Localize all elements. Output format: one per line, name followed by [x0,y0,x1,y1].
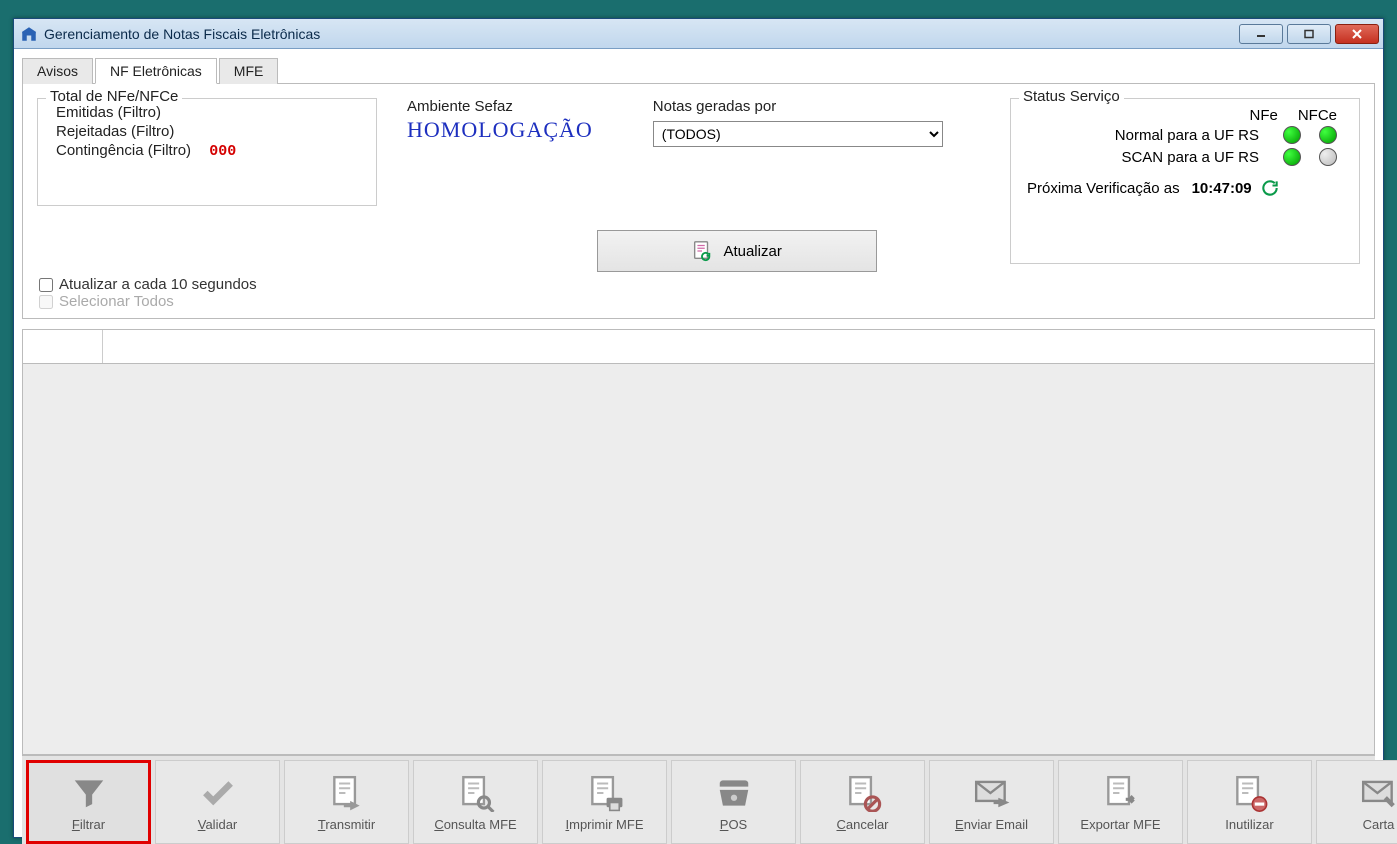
status-fieldset: Status Serviço NFe NFCe Normal para a UF… [1010,98,1360,264]
toolbar-label: Validar [198,817,238,832]
toolbar-label: Imprimir MFE [565,817,643,832]
data-grid[interactable] [22,329,1375,755]
doc-search-icon [456,773,496,813]
notas-select[interactable]: (TODOS) [653,121,943,147]
auto-update-checkbox[interactable]: Atualizar a cada 10 segundos [39,276,257,293]
totals-fieldset: Total de NFe/NFCe Emitidas (Filtro) Reje… [37,98,377,206]
status-normal-label: Normal para a UF RS [1021,127,1259,144]
maximize-button[interactable] [1287,24,1331,44]
select-all-checkbox: Selecionar Todos [39,293,257,310]
toolbar-transmitir[interactable]: Transmitir [284,760,409,844]
app-icon [20,25,38,43]
select-all-label: Selecionar Todos [59,293,174,310]
status-row-normal: Normal para a UF RS [1021,124,1349,146]
toolbar-consulta-mfe[interactable]: Consulta MFE [413,760,538,844]
status-scan-label: SCAN para a UF RS [1021,149,1259,166]
toolbar-carta[interactable]: Carta [1316,760,1397,844]
doc-send-icon [327,773,367,813]
status-dot-scan-nfce [1319,148,1337,166]
prox-verification-row: Próxima Verificação as 10:47:09 [1021,168,1349,198]
contingencia-label: Contingência (Filtro) [56,142,191,159]
tab-nf-eletronicas[interactable]: NF Eletrônicas [95,58,217,84]
rejeitadas-label: Rejeitadas (Filtro) [48,122,366,141]
prox-label: Próxima Verificação as [1027,180,1180,197]
status-col-nfe: NFe [1249,107,1277,124]
main-window: Gerenciamento de Notas Fiscais Eletrônic… [13,18,1384,838]
atualizar-icon [691,240,713,262]
tab-panel: Total de NFe/NFCe Emitidas (Filtro) Reje… [22,84,1375,319]
toolbar-imprimir-mfe[interactable]: Imprimir MFE [542,760,667,844]
auto-update-input[interactable] [39,278,53,292]
status-row-scan: SCAN para a UF RS [1021,146,1349,168]
check-icon [198,773,238,813]
toolbar-label: Filtrar [72,817,105,832]
toolbar-label: Inutilizar [1225,817,1273,832]
funnel-icon [69,773,109,813]
refresh-icon[interactable] [1260,178,1280,198]
envelope-edit-icon [1359,773,1397,813]
ambiente-value: HOMOLOGAÇÃO [407,117,593,143]
notas-label: Notas geradas por [653,98,943,115]
tab-bar: Avisos NF Eletrônicas MFE [22,57,1375,84]
toolbar-label: Cancelar [836,817,888,832]
auto-update-label: Atualizar a cada 10 segundos [59,276,257,293]
toolbar-label: POS [720,817,747,832]
toolbar-filtrar[interactable]: Filtrar [26,760,151,844]
notas-section: Notas geradas por (TODOS) [653,98,943,147]
atualizar-button[interactable]: Atualizar [597,230,877,272]
contingencia-row: Contingência (Filtro) 000 [48,141,366,161]
toolbar-label: Carta [1363,817,1395,832]
status-col-nfce: NFCe [1298,107,1337,124]
grid-body[interactable] [23,364,1374,754]
status-dot-scan-nfe [1283,148,1301,166]
toolbar-cancelar[interactable]: Cancelar [800,760,925,844]
toolbar-enviar-email[interactable]: Enviar Email [929,760,1054,844]
envelope-send-icon [972,773,1012,813]
doc-block-icon [1230,773,1270,813]
toolbar-inutilizar[interactable]: Inutilizar [1187,760,1312,844]
contingencia-value: 000 [209,143,236,160]
atualizar-label: Atualizar [723,243,781,260]
totals-legend: Total de NFe/NFCe [46,88,182,105]
prox-time: 10:47:09 [1192,180,1252,197]
tab-avisos[interactable]: Avisos [22,58,93,84]
ambiente-section: Ambiente Sefaz HOMOLOGAÇÃO [407,98,593,143]
doc-export-icon [1101,773,1141,813]
close-button[interactable] [1335,24,1379,44]
bottom-toolbar: Filtrar Validar Transmitir Consulta MFE Impr… [22,755,1375,844]
grid-col-0[interactable] [23,330,103,363]
status-dot-normal-nfe [1283,126,1301,144]
status-legend: Status Serviço [1019,88,1124,105]
toolbar-validar[interactable]: Validar [155,760,280,844]
toolbar-label: Exportar MFE [1080,817,1160,832]
window-title: Gerenciamento de Notas Fiscais Eletrônic… [44,26,1239,42]
titlebar[interactable]: Gerenciamento de Notas Fiscais Eletrônic… [14,19,1383,49]
toolbar-label: Transmitir [318,817,375,832]
ambiente-label: Ambiente Sefaz [407,98,593,115]
minimize-button[interactable] [1239,24,1283,44]
doc-print-icon [585,773,625,813]
toolbar-label: Consulta MFE [434,817,516,832]
status-dot-normal-nfce [1319,126,1337,144]
status-header: NFe NFCe [1021,107,1349,124]
window-controls [1239,24,1379,44]
toolbar-label: Enviar Email [955,817,1028,832]
emitidas-label: Emitidas (Filtro) [48,103,366,122]
tab-mfe[interactable]: MFE [219,58,279,84]
pos-icon [714,773,754,813]
doc-cancel-icon [843,773,883,813]
checks-section: Atualizar a cada 10 segundos Selecionar … [39,276,257,310]
select-all-input [39,295,53,309]
toolbar-pos[interactable]: POS [671,760,796,844]
grid-header [23,330,1374,364]
toolbar-exportar-mfe[interactable]: Exportar MFE [1058,760,1183,844]
